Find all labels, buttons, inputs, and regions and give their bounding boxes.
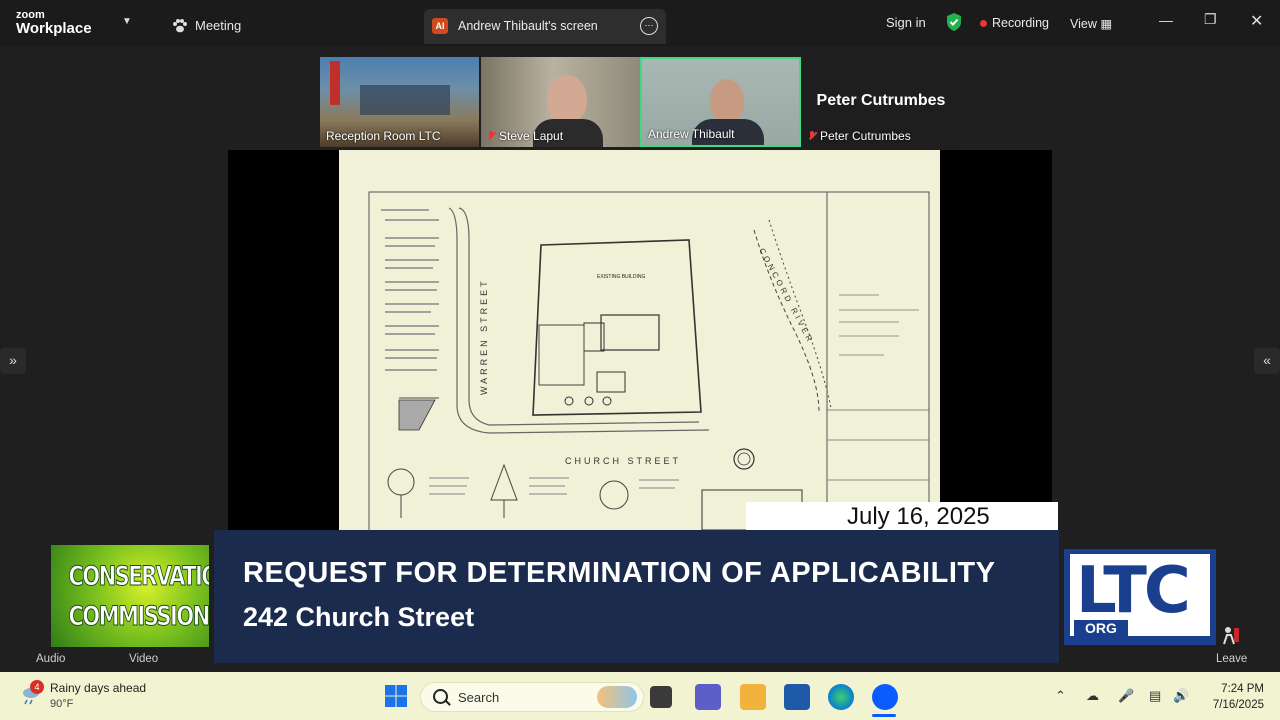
meeting-label: Meeting bbox=[195, 18, 242, 33]
view-menu-button[interactable]: View ▦ bbox=[1070, 16, 1112, 31]
taskbar-search[interactable]: Search bbox=[420, 682, 644, 712]
ltc-logo-text: LTC bbox=[1076, 554, 1191, 628]
participant-tile-active[interactable]: Andrew Thibault bbox=[640, 57, 801, 147]
ltc-org-text: ORG bbox=[1074, 620, 1128, 636]
volume-icon[interactable]: 🔊 bbox=[1173, 688, 1189, 704]
flag-decoration bbox=[330, 61, 340, 105]
date-banner: July 16, 2025 bbox=[746, 502, 1058, 530]
meeting-menu[interactable]: Meeting bbox=[172, 18, 241, 33]
leave-icon[interactable] bbox=[1222, 626, 1240, 646]
weather-temp: 90°F bbox=[50, 698, 74, 710]
leave-button[interactable]: Leave bbox=[1216, 653, 1247, 665]
street-label-church: CHURCH STREET bbox=[565, 456, 681, 466]
participant-name: Reception Room LTC bbox=[326, 129, 441, 143]
conservation-commission-logo: CONSERVATION COMMISSION bbox=[51, 545, 209, 647]
active-app-indicator bbox=[872, 714, 896, 717]
expand-left-icon[interactable]: » bbox=[0, 348, 26, 374]
agenda-title: REQUEST FOR DETERMINATION OF APPLICABILI… bbox=[243, 557, 996, 589]
site-plan-drawing: WARREN STREET CHURCH STREET CONCORD RIVE… bbox=[339, 150, 940, 533]
paw-icon bbox=[173, 18, 187, 32]
teams-icon[interactable] bbox=[695, 684, 721, 710]
sharer-avatar: AI bbox=[432, 18, 448, 34]
network-icon[interactable]: ▤ bbox=[1149, 688, 1161, 704]
logo-line-2: COMMISSION bbox=[68, 601, 209, 633]
recording-indicator[interactable]: Recording bbox=[980, 16, 1049, 30]
file-explorer-icon[interactable] bbox=[740, 684, 766, 710]
expand-right-icon[interactable]: « bbox=[1254, 348, 1280, 374]
search-highlight-icon bbox=[597, 686, 637, 708]
river-label: CONCORD RIVER bbox=[757, 247, 815, 346]
store-icon[interactable] bbox=[784, 684, 810, 710]
chevron-up-icon[interactable]: ⌃ bbox=[1055, 688, 1066, 704]
mic-muted-icon bbox=[808, 131, 816, 141]
audio-button[interactable]: Audio bbox=[36, 653, 65, 665]
logo-line-1: CONSERVATION bbox=[68, 561, 209, 593]
street-label-warren: WARREN STREET bbox=[479, 278, 489, 395]
agenda-subtitle: 242 Church Street bbox=[243, 602, 475, 632]
notification-badge: 4 bbox=[30, 680, 44, 694]
search-label: Search bbox=[458, 690, 500, 705]
participant-tile[interactable]: Steve Laput bbox=[481, 57, 640, 147]
weather-text: Rainy days ahead bbox=[50, 681, 147, 695]
shield-check-icon[interactable] bbox=[945, 12, 963, 32]
mic-muted-icon bbox=[487, 131, 495, 141]
share-label: Andrew Thibault's screen bbox=[458, 19, 598, 33]
task-view-icon[interactable] bbox=[650, 686, 672, 708]
building-label: EXISTING BUILDING bbox=[597, 274, 645, 280]
room-table bbox=[360, 85, 450, 115]
recording-label: Recording bbox=[992, 16, 1049, 30]
video-button[interactable]: Video bbox=[129, 653, 158, 665]
meeting-date: July 16, 2025 bbox=[847, 503, 990, 530]
chevron-down-icon[interactable]: ▼ bbox=[122, 16, 132, 27]
clock-time: 7:24 PM bbox=[1221, 683, 1264, 695]
restore-icon[interactable]: ❐ bbox=[1204, 11, 1217, 28]
minimize-icon[interactable]: — bbox=[1159, 12, 1173, 28]
sign-in-button[interactable]: Sign in bbox=[886, 15, 926, 30]
edge-browser-icon[interactable] bbox=[828, 684, 854, 710]
view-label: View bbox=[1070, 17, 1097, 31]
system-clock[interactable]: 7:24 PM 7/16/2025 bbox=[1208, 681, 1264, 713]
participant-face bbox=[547, 75, 587, 123]
microphone-icon[interactable]: 🎤 bbox=[1118, 688, 1134, 704]
participant-name: Steve Laput bbox=[499, 129, 564, 143]
participant-tile[interactable]: Peter Cutrumbes Peter Cutrumbes bbox=[802, 57, 960, 147]
participant-tile-title: Peter Cutrumbes bbox=[816, 92, 946, 109]
participant-name: Andrew Thibault bbox=[648, 127, 735, 141]
recording-dot-icon bbox=[980, 19, 987, 27]
windows-start-icon[interactable] bbox=[384, 684, 408, 708]
participant-tile[interactable]: Reception Room LTC bbox=[320, 57, 479, 147]
participant-face bbox=[710, 79, 744, 123]
participant-name: Peter Cutrumbes bbox=[820, 129, 911, 143]
screen-share-indicator[interactable]: AI Andrew Thibault's screen ⋯ bbox=[424, 9, 666, 44]
more-options-icon[interactable]: ⋯ bbox=[640, 17, 658, 35]
onedrive-icon[interactable]: ☁ bbox=[1086, 688, 1099, 704]
site-plan-svg: WARREN STREET CHURCH STREET CONCORD RIVE… bbox=[368, 191, 930, 533]
zoom-logo-workplace: Workplace bbox=[16, 20, 92, 37]
grid-view-icon: ▦ bbox=[1100, 17, 1113, 31]
ltc-logo: LTC ORG bbox=[1064, 549, 1216, 645]
zoom-app-icon[interactable] bbox=[872, 684, 898, 710]
clock-date: 7/16/2025 bbox=[1212, 699, 1264, 711]
close-icon[interactable]: ✕ bbox=[1250, 11, 1263, 31]
lower-third-banner bbox=[214, 530, 1059, 663]
search-icon bbox=[433, 689, 448, 704]
